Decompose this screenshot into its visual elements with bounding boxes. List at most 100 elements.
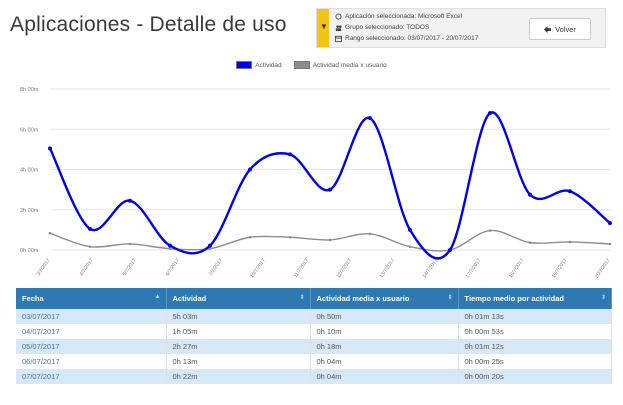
data-point-media — [48, 231, 52, 235]
usage-table: Fecha ▲ Actividad ⇕ Actividad media x usua… — [16, 288, 612, 384]
column-header-tiempo[interactable]: Tiempo medio por actividad ⇕ — [458, 288, 612, 309]
y-tick-label: 2h 00m — [20, 208, 39, 214]
table-row[interactable]: 04/07/2017 1h 05m 0h 10m 0h 00m 53s — [16, 324, 612, 339]
x-tick-label: 5/7/2017 — [122, 258, 138, 278]
data-point-actividad — [328, 187, 332, 192]
x-tick-label: 10/7/2017 — [249, 258, 267, 280]
data-point-actividad — [248, 167, 252, 172]
data-point-media — [528, 241, 532, 244]
cell-tiempo: 0h 00m 25s — [458, 354, 612, 369]
back-button-label: Volver — [555, 24, 576, 34]
cell-fecha[interactable]: 04/07/2017 — [16, 324, 167, 339]
app-icon — [335, 13, 342, 20]
filter-group: Grupo seleccionado: TODOS — [335, 22, 478, 33]
data-point-media — [608, 242, 612, 246]
data-point-actividad — [368, 116, 372, 121]
cell-media: 0h 18m — [310, 339, 459, 354]
data-point-media — [128, 242, 132, 246]
data-point-actividad — [288, 152, 292, 157]
x-tick-label: 6/7/2017 — [165, 258, 181, 278]
cell-fecha[interactable]: 06/07/2017 — [16, 354, 167, 369]
filter-group-text: Grupo seleccionado: TODOS — [345, 24, 430, 31]
data-point-media — [368, 232, 372, 236]
data-point-media — [328, 238, 332, 242]
cell-media: 0h 04m — [310, 369, 459, 384]
cell-actividad: 5h 03m — [166, 309, 311, 324]
data-point-actividad — [408, 227, 412, 232]
cell-media: 0h 04m — [310, 354, 459, 369]
table-row[interactable]: 03/07/2017 5h 03m 0h 50m 0h 01m 13s — [16, 309, 612, 324]
data-point-actividad — [168, 243, 172, 248]
data-point-actividad — [448, 248, 452, 252]
data-point-media — [168, 247, 172, 250]
data-point-actividad — [208, 243, 212, 248]
filter-lines: Aplicación seleccionada: Microsoft Excel… — [335, 11, 478, 44]
filter-toggle[interactable]: ▼ — [317, 9, 329, 47]
cell-fecha[interactable]: 07/07/2017 — [16, 369, 167, 384]
x-tick-label: 12/7/2017 — [335, 258, 353, 280]
cell-tiempo: 0h 00m 53s — [458, 324, 612, 339]
column-label-tiempo: Tiempo medio por actividad — [464, 294, 564, 303]
data-point-actividad — [48, 146, 52, 151]
cell-tiempo: 0h 00m 20s — [458, 369, 612, 384]
x-tick-label: 4/7/2017 — [79, 258, 95, 278]
x-tick-label: 13/7/2017 — [379, 258, 397, 280]
cell-fecha[interactable]: 03/07/2017 — [16, 309, 167, 324]
data-point-actividad — [608, 221, 612, 226]
cell-actividad: 0h 13m — [166, 354, 311, 369]
table-row[interactable]: 07/07/2017 0h 22m 0h 04m 0h 00m 20s — [16, 369, 612, 384]
group-icon — [335, 25, 342, 31]
sort-asc-icon: ▲ — [154, 294, 161, 300]
cell-media: 0h 50m — [310, 309, 459, 324]
calendar-icon — [335, 35, 342, 42]
x-tick-label: 14/7/2017 — [422, 258, 440, 280]
data-point-media — [288, 235, 292, 239]
filter-range-text: Rango seleccionado: 03/07/2017 - 20/07/2… — [345, 35, 479, 42]
cell-tiempo: 0h 01m 12s — [458, 339, 612, 354]
cell-actividad: 2h 27m — [166, 339, 311, 354]
x-tick-label: 18/7/2017 — [508, 258, 526, 280]
column-header-media[interactable]: Actividad media x usuario ⇕ — [310, 288, 459, 309]
y-tick-label: 6h 00m — [20, 127, 39, 133]
data-point-media — [248, 235, 252, 239]
legend-swatch-actividad — [236, 61, 253, 69]
column-header-actividad[interactable]: Actividad ⇕ — [166, 288, 311, 309]
x-tick-label: 11/7/2017 — [293, 258, 311, 280]
page-header: Aplicaciones - Detalle de uso ▼ Aplicaci… — [0, 0, 623, 56]
x-tick-label: 17/7/2017 — [465, 258, 483, 280]
data-point-actividad — [568, 189, 572, 194]
table-row[interactable]: 05/07/2017 2h 27m 0h 18m 0h 01m 12s — [16, 339, 612, 354]
page-title: Aplicaciones - Detalle de uso — [10, 13, 287, 36]
y-tick-label: 0h 00m — [20, 248, 39, 254]
cell-media: 0h 10m — [310, 324, 459, 339]
sort-icon: ⇕ — [600, 295, 606, 301]
legend-item-actividad[interactable]: Actividad — [236, 61, 282, 69]
legend-swatch-media — [293, 61, 310, 69]
data-point-media — [488, 229, 492, 232]
legend-item-media[interactable]: Actividad media x usuario — [293, 61, 387, 69]
selection-summary: ▼ Aplicación seleccionada: Microsoft Exc… — [316, 8, 606, 48]
legend-label-actividad: Actividad — [255, 61, 282, 69]
cell-actividad: 1h 05m — [166, 324, 311, 339]
table-row[interactable]: 06/07/2017 0h 13m 0h 04m 0h 00m 25s — [16, 354, 612, 369]
data-point-media — [568, 240, 572, 244]
cell-actividad: 0h 22m — [166, 369, 311, 384]
data-point-actividad — [488, 111, 492, 116]
cell-fecha[interactable]: 05/07/2017 — [16, 339, 167, 354]
chevron-down-icon: ▼ — [320, 22, 328, 31]
filter-application: Aplicación seleccionada: Microsoft Excel — [335, 11, 478, 22]
back-arrow-icon — [544, 25, 552, 33]
x-tick-label: 3/7/2017 — [36, 258, 52, 278]
data-point-actividad — [528, 192, 532, 197]
data-point-media — [408, 245, 412, 248]
x-tick-label: 7/7/2017 — [208, 258, 224, 278]
chart-legend: Actividad Actividad media x usuario — [0, 61, 623, 69]
column-label-media: Actividad media x usuario — [316, 294, 410, 303]
back-button[interactable]: Volver — [529, 18, 591, 40]
x-tick-label: 19/7/2017 — [551, 258, 569, 280]
y-tick-label: 4h 00m — [20, 168, 39, 174]
column-label-fecha: Fecha — [22, 294, 44, 303]
column-header-fecha[interactable]: Fecha ▲ — [16, 288, 167, 309]
sort-icon: ⇕ — [299, 295, 305, 301]
filter-application-text: Aplicación seleccionada: Microsoft Excel — [345, 13, 463, 20]
